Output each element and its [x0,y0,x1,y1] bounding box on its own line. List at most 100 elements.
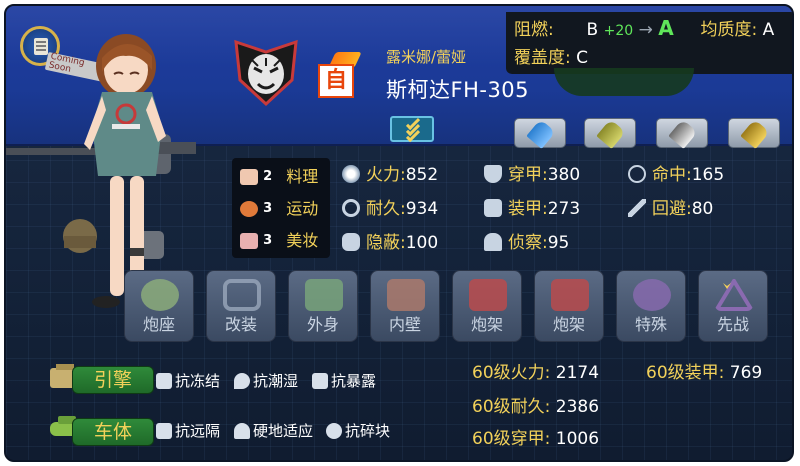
stat-label: 火力: [366,165,406,185]
gun-mount-icon [551,279,589,311]
uniformity-label: 均质度: [700,20,758,40]
body-button[interactable]: 车体 [72,418,154,446]
flammability-to: A [658,16,674,40]
lv60-firepower: 60级火力: 2174 [472,360,599,386]
stat-label: 60级火力: [472,363,551,383]
interior-wall-icon [387,279,425,311]
stat-value: 2386 [555,397,600,417]
skill-level: 3 [263,200,273,216]
vehicle-name: 斯柯达FH-305 [386,78,530,102]
stat-label: 侦察: [508,233,548,253]
part-label: 内壁 [388,315,421,334]
stat-label: 穿甲: [508,165,548,185]
stat-label: 耐久: [366,199,406,219]
part-label: 先战 [716,315,749,334]
stat-value: 934 [405,199,439,219]
stat-evasion: 回避:80 [628,196,713,222]
part-slot-gun-mount-1[interactable]: 炮架 [452,270,522,342]
coverage-label: 覆盖度: [514,48,571,68]
stat-label: 隐蔽: [366,233,406,253]
flammability-label: 阻燃: [514,20,554,40]
engine-button[interactable]: 引擎 [72,366,154,394]
body-trait-fragment: 抗碎块 [326,420,390,442]
stat-label: 命中: [652,165,692,185]
part-slot-interior[interactable]: 内壁 [370,270,440,342]
ammo-gold-icon[interactable] [728,118,780,149]
first-strike-icon [715,279,753,311]
stat-value: 95 [547,233,570,253]
stat-value: 80 [691,199,714,219]
flammability-panel: 阻燃: B +20 → A 均质度: A 覆盖度: C [506,12,792,74]
part-slot-modify[interactable]: 改装 [206,270,276,342]
tiger-emblem-icon [234,39,298,107]
basketball-icon [240,200,258,217]
stat-value: 165 [691,165,725,185]
speaker-muted-icon [312,373,328,389]
part-slot-exterior[interactable]: 外身 [288,270,358,342]
part-label: 外身 [306,315,339,334]
gun-mount-icon [469,279,507,311]
cooking-icon [240,168,258,185]
coverage-row: 覆盖度: C [514,46,588,70]
stat-durability: 耐久:934 [342,196,438,222]
part-slot-gun-mount-2[interactable]: 炮架 [534,270,604,342]
trait-label: 硬地适应 [253,422,314,440]
stat-value: 852 [405,165,439,185]
exterior-icon [305,279,343,311]
engine-trait-exposure: 抗暴露 [312,370,376,392]
stat-armor: 装甲:273 [484,196,580,222]
decorative-blob [554,68,694,96]
binoculars-icon [484,233,502,251]
gear-icon [342,199,360,217]
skill-name: 美妆 [286,230,319,250]
lv60-armor: 60级装甲: 769 [646,360,762,386]
stat-label: 60级耐久: [472,397,551,417]
stat-accuracy: 命中:165 [628,162,724,188]
trait-label: 抗远隔 [175,422,221,440]
stat-recon: 侦察:95 [484,230,569,256]
coverage-value: C [576,48,589,68]
stat-value: 380 [547,165,581,185]
crew-skills: 2 料理 3 运动 3 美妆 [232,158,330,258]
stat-value: 1006 [555,429,600,449]
body-trait-range: 抗远隔 [156,420,220,442]
stat-stealth: 隐蔽:100 [342,230,438,256]
self-tag-text: 自 [318,64,354,98]
makeup-icon [240,232,258,249]
part-label: 炮架 [552,315,585,334]
part-slot-special[interactable]: 特殊 [616,270,686,342]
engine-trait-freeze: 抗冻结 [156,370,220,392]
skill-row-makeup: 3 美妆 [240,226,318,254]
shield-icon [484,165,502,183]
flammability-from: B [586,20,599,40]
part-label: 炮座 [142,315,175,334]
ammo-ap-icon[interactable] [514,118,566,149]
ammo-he-icon[interactable] [584,118,636,149]
uniformity-value: A [762,20,775,40]
arrow-right-icon: → [638,20,653,40]
part-label: 炮架 [470,315,503,334]
crew-name: 露米娜/蕾娅 [386,48,467,66]
part-slot-first-strike[interactable]: 先战 [698,270,768,342]
stat-value: 769 [729,363,763,383]
trait-label: 抗碎块 [345,422,391,440]
engine-trait-humidity: 抗潮湿 [234,370,298,392]
stat-value: 100 [405,233,439,253]
dodge-icon [628,199,646,217]
part-slot-turret-seat[interactable]: 炮座 [124,270,194,342]
ammo-silver-icon[interactable] [656,118,708,149]
part-label: 特殊 [634,315,667,334]
crosshair-icon [628,165,646,183]
skill-level: 3 [263,232,273,248]
armor-plate-icon [484,199,502,217]
trait-label: 抗潮湿 [253,372,299,390]
ricochet-icon [156,423,172,439]
explosion-icon [342,165,360,183]
self-propelled-tag: 自 [312,52,362,100]
rank-chevron-icon[interactable] [390,115,434,143]
tank-detail-panel: Coming Soon 阻燃: B +20 → A 均质度: A 覆盖度: C … [4,4,794,462]
lv60-durability: 60级耐久: 2386 [472,394,599,420]
track-icon [234,423,250,439]
trait-label: 抗冻结 [175,372,221,390]
stat-firepower: 火力:852 [342,162,438,188]
